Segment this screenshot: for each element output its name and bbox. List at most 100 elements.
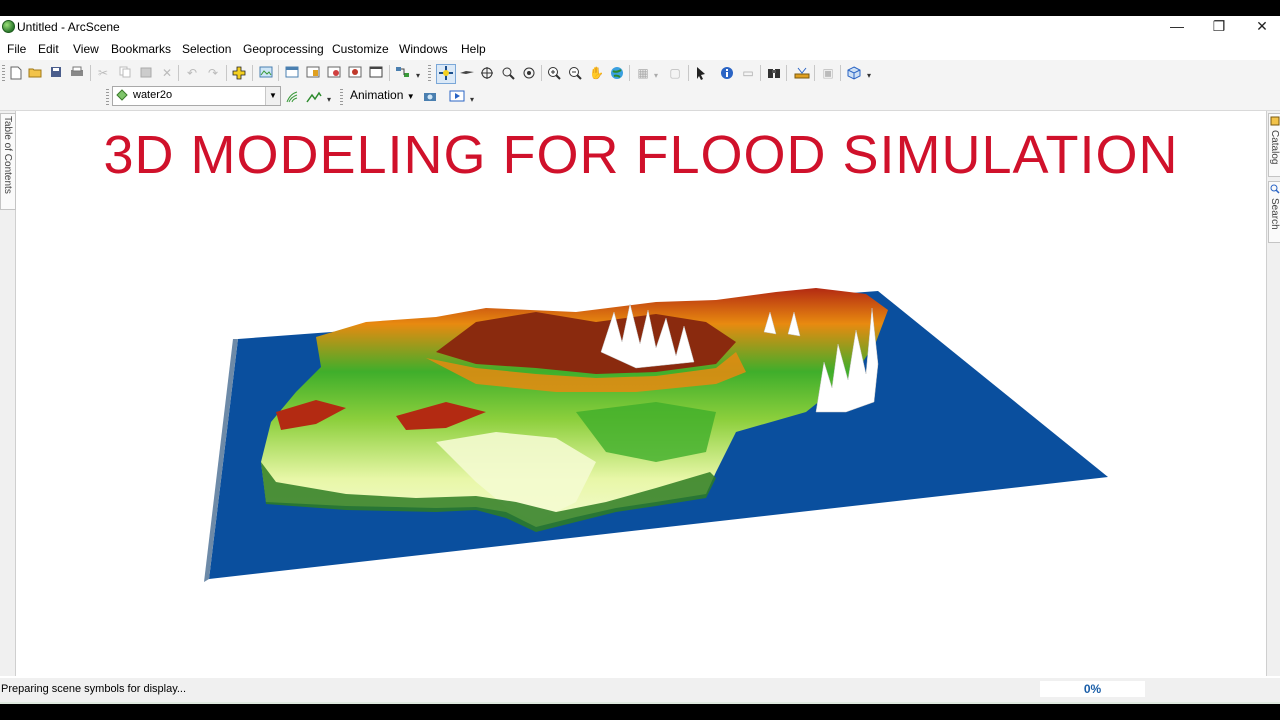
table-of-contents-tab[interactable]: Table of Contents [0, 113, 16, 210]
search-tab[interactable]: Search [1268, 181, 1280, 243]
letterbox-bottom [0, 704, 1280, 720]
undo-icon[interactable]: ↶ [185, 66, 199, 80]
identify-icon[interactable] [720, 66, 734, 80]
3d-analyst-toolbar-row: water2o ▼ ▾ Animation ▼ ▾ [0, 85, 1280, 109]
zoom-in-icon[interactable] [547, 66, 561, 80]
toolbar-overflow-chevron-icon[interactable]: ▾ [867, 71, 874, 81]
arcscene-window: Untitled - ArcScene — ❐ ✕ File Edit View… [0, 16, 1280, 704]
toolbar-separator [760, 65, 761, 81]
select-features-icon[interactable]: ▦ [636, 66, 650, 80]
standard-toolbar-row: ✂ ✕ ↶ ↷ ▾ ✋ ▦ ▾ ▢ ▭ ▣ ▾ [0, 61, 1280, 85]
measure-icon[interactable] [794, 66, 810, 80]
toolbars: ✂ ✕ ↶ ↷ ▾ ✋ ▦ ▾ ▢ ▭ ▣ ▾ water2o ▼ ▾ Anim… [0, 60, 1280, 111]
zoom-out-icon[interactable] [568, 66, 582, 80]
arcscene-app-icon [2, 20, 15, 33]
toolbar-separator [688, 65, 689, 81]
view-window-icon[interactable] [348, 66, 362, 80]
redo-icon[interactable]: ↷ [206, 66, 220, 80]
capture-view-camera-icon[interactable] [423, 90, 437, 104]
layer-properties-icon[interactable] [285, 66, 299, 80]
edit-tool-icon[interactable]: ▣ [821, 66, 835, 80]
model-builder-icon[interactable] [395, 66, 409, 80]
menu-bar: File Edit View Bookmarks Selection Geopr… [0, 38, 1280, 60]
steepest-path-icon[interactable] [306, 90, 322, 104]
menu-file[interactable]: File [7, 42, 26, 56]
scene-title-overlay: 3D MODELING FOR FLOOD SIMULATION [103, 125, 1179, 185]
3d-effects-cube-icon[interactable] [847, 66, 861, 80]
paste-icon[interactable] [139, 66, 153, 80]
layer-selector-dropdown[interactable]: water2o ▼ [112, 86, 281, 106]
toolbar-separator [840, 65, 841, 81]
fly-icon[interactable] [459, 66, 474, 80]
print-icon[interactable] [70, 66, 84, 80]
cut-icon[interactable]: ✂ [96, 66, 110, 80]
zoom-to-target-icon[interactable] [501, 66, 515, 80]
export-icon[interactable] [327, 66, 341, 80]
toolbar-overflow-chevron-icon[interactable]: ▾ [327, 95, 334, 105]
layer-selector-value: water2o [133, 89, 173, 101]
toolbar-separator [814, 65, 815, 81]
toolbar-overflow-chevron-icon[interactable]: ▾ [416, 71, 423, 81]
toolbar-separator [786, 65, 787, 81]
animation-menu[interactable]: Animation ▼ [350, 88, 415, 102]
menu-edit[interactable]: Edit [38, 42, 59, 56]
search-label: Search [1269, 198, 1280, 230]
menu-selection[interactable]: Selection [182, 42, 231, 56]
menu-help[interactable]: Help [461, 42, 486, 56]
new-document-icon[interactable] [9, 66, 23, 80]
raster-layer-icon [116, 89, 128, 101]
left-dock: Table of Contents [0, 111, 16, 676]
menu-bookmarks[interactable]: Bookmarks [111, 42, 171, 56]
minimize-button[interactable]: — [1155, 16, 1199, 38]
full-extent-globe-icon[interactable] [610, 66, 624, 80]
save-icon[interactable] [49, 66, 63, 80]
find-binoculars-icon[interactable] [767, 66, 781, 80]
scene-properties-icon[interactable] [259, 66, 273, 80]
target-center-icon[interactable] [480, 66, 494, 80]
restore-button[interactable]: ❐ [1197, 16, 1241, 38]
toolbar-grip[interactable] [428, 65, 431, 81]
toolbar-grip[interactable] [340, 89, 343, 105]
catalog-label: Catalog [1269, 130, 1280, 165]
select-elements-arrow-icon[interactable] [694, 66, 708, 80]
menu-customize[interactable]: Customize [332, 42, 389, 56]
toolbar-separator [389, 65, 390, 81]
close-button[interactable]: ✕ [1240, 16, 1280, 38]
animation-dropdown-chevron-icon: ▼ [406, 92, 415, 101]
open-folder-icon[interactable] [28, 66, 42, 80]
animation-controls-icon[interactable] [449, 90, 465, 104]
bookmark-icon[interactable] [306, 66, 320, 80]
toolbar-separator [629, 65, 630, 81]
toolbar-grip[interactable] [106, 89, 109, 105]
pan-hand-icon[interactable]: ✋ [589, 66, 604, 80]
delete-icon[interactable]: ✕ [160, 66, 174, 80]
add-data-icon[interactable] [232, 66, 246, 80]
toolbar-separator [252, 65, 253, 81]
menu-view[interactable]: View [73, 42, 99, 56]
animation-label: Animation [350, 88, 404, 102]
menu-windows[interactable]: Windows [399, 42, 448, 56]
navigate-icon[interactable] [436, 64, 456, 84]
catalog-tab[interactable]: Catalog [1268, 113, 1280, 177]
viewer-window-icon[interactable] [369, 66, 383, 80]
table-of-contents-label: Table of Contents [2, 116, 13, 194]
contour-icon[interactable] [285, 90, 299, 104]
select-dropdown-chevron-icon[interactable]: ▾ [654, 71, 661, 81]
letterbox-top [0, 0, 1280, 16]
drawing-progress-bar: 0% [1040, 681, 1145, 697]
status-bar: Preparing scene symbols for display... 0… [0, 678, 1280, 704]
chevron-down-icon[interactable]: ▼ [265, 87, 280, 105]
clear-selection-icon[interactable]: ▢ [668, 66, 682, 80]
right-dock: Catalog Search [1266, 111, 1280, 676]
progress-percent: 0% [1083, 682, 1102, 696]
toolbar-separator [541, 65, 542, 81]
copy-icon[interactable] [118, 66, 132, 80]
menu-geoprocessing[interactable]: Geoprocessing [243, 42, 324, 56]
toolbar-separator [178, 65, 179, 81]
html-popup-icon[interactable]: ▭ [741, 66, 755, 80]
scene-view[interactable]: 3D MODELING FOR FLOOD SIMULATION [16, 112, 1266, 675]
set-observer-icon[interactable] [522, 66, 536, 80]
terrain-3d-render[interactable] [16, 112, 1266, 675]
toolbar-grip[interactable] [2, 65, 5, 81]
toolbar-overflow-chevron-icon[interactable]: ▾ [470, 95, 477, 105]
